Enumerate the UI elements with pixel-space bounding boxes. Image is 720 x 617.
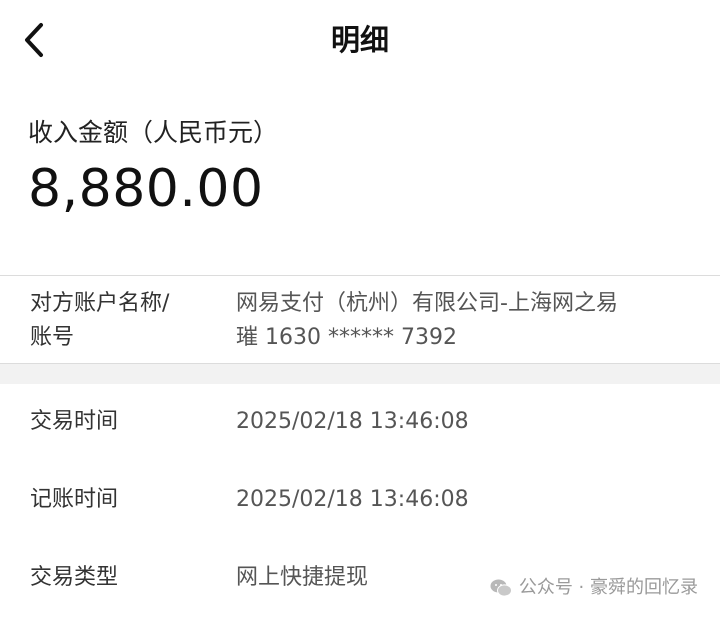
counterparty-value-line2: 璀 1630 ****** 7392 [236,325,457,350]
nav-bar: 明细 [0,0,720,84]
detail-label: 记账时间 [30,487,119,512]
detail-row-trade-time: 交易时间 2025/02/18 13:46:08 [0,405,720,441]
detail-value: 2025/02/18 13:46:08 [236,409,469,434]
detail-row-posting-time: 记账时间 2025/02/18 13:46:08 [0,483,720,519]
detail-label: 交易时间 [30,409,119,434]
counterparty-value-line1: 网易支付（杭州）有限公司-上海网之易 [236,291,618,316]
section-divider [0,275,720,276]
detail-value: 2025/02/18 13:46:08 [236,487,469,512]
amount-label: 收入金额（人民币元） [28,118,279,147]
counterparty-label-line2: 账号 [30,325,75,350]
section-gap [0,364,720,384]
counterparty-label-line1: 对方账户名称/ [30,291,170,316]
watermark: 公众号 · 豪舜的回忆录 [489,574,698,602]
transaction-detail-page: 明细 收入金额（人民币元） 8,880.00 对方账户名称/ 账号 网易支付（杭… [0,0,720,617]
page-title: 明细 [330,23,389,57]
counterparty-row: 对方账户名称/ 账号 网易支付（杭州）有限公司-上海网之易 璀 1630 ***… [0,285,720,361]
detail-label: 交易类型 [30,565,119,590]
amount-value: 8,880.00 [28,159,264,219]
watermark-text: 公众号 · 豪舜的回忆录 [518,577,698,598]
amount-summary: 收入金额（人民币元） 8,880.00 [28,113,692,221]
wechat-icon [490,579,512,597]
